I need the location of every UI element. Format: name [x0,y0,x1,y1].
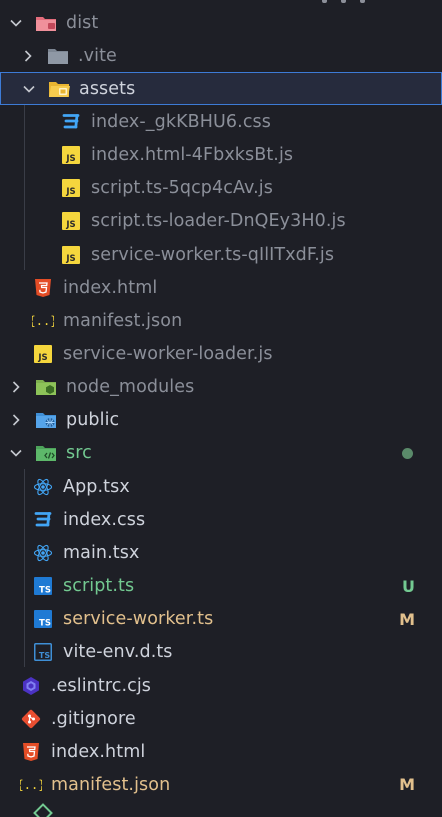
eslint-icon [20,675,42,697]
react-icon [32,476,54,498]
svg-text:TS: TS [39,651,50,660]
clipped-glyph [322,0,327,3]
tree-item-label: service-worker.ts-qIlITxdF.js [91,244,335,265]
tree-item-label: App.tsx [63,476,130,497]
tree-item-label: node_modules [66,377,195,398]
svg-text:JS: JS [37,353,47,363]
tree-file-row[interactable]: TS script.ts U [0,570,442,603]
folder-assets-icon [48,78,70,100]
js-icon: JS [60,177,82,199]
tree-file-row[interactable]: index-_gkKBHU6.css [0,105,442,138]
js-icon: JS [60,210,82,232]
tree-folder-row[interactable]: dist [0,6,442,39]
tree-file-row[interactable]: main.tsx [0,536,442,569]
chevron-down-icon[interactable] [21,81,37,97]
chevron-down-icon[interactable] [8,445,24,461]
chevron-right-icon[interactable] [20,48,36,64]
svg-text:TS: TS [39,619,51,629]
tree-file-row[interactable]: index.html [0,735,442,768]
tree-item-label: src [66,443,92,464]
js-icon: JS [32,343,54,365]
clipped-glyph [341,0,346,3]
tree-item-label: script.ts-loader-DnQEy3H0.js [91,211,346,232]
json-icon: {..} [20,774,42,796]
svg-text:{..}: {..} [20,778,42,792]
tree-item-label: dist [66,12,99,33]
tree-item-label: .gitignore [51,708,136,729]
folder-dist-icon [35,12,57,34]
json-icon: {..} [32,310,54,332]
css-icon [32,509,54,531]
js-icon: JS [60,144,82,166]
git-status-badge: M [399,775,415,795]
tree-item-label: assets [79,78,136,99]
git-status-badge: M [399,609,415,629]
html-icon [20,741,42,763]
tree-folder-row[interactable]: public [0,404,442,437]
scrolled-row-clip [0,0,442,5]
tree-file-row[interactable]: JS index.html-4FbxksBt.js [0,139,442,172]
tree-file-row[interactable]: JS script.ts-5qcp4cAv.js [0,172,442,205]
html-icon [32,277,54,299]
tree-file-row[interactable]: App.tsx [0,470,442,503]
svg-text:{..}: {..} [32,314,54,328]
tree-item-label: service-worker.ts [63,609,214,630]
tree-item-label: .vite [78,45,117,66]
svg-text:JS: JS [65,154,75,164]
tree-file-row[interactable]: JS service-worker.ts-qIlITxdF.js [0,238,442,271]
css-icon [60,111,82,133]
tree-file-row[interactable]: JS script.ts-loader-DnQEy3H0.js [0,205,442,238]
tree-file-row[interactable]: index.html [0,271,442,304]
tree-folder-row[interactable]: src [0,437,442,470]
js-icon: JS [60,244,82,266]
svg-text:JS: JS [65,254,75,264]
git-changes-dot [402,447,413,459]
file-explorer: dist .vite assets index-_gkKBHU6.css JS index… [0,0,442,817]
tree-item-label: manifest.json [63,310,183,331]
git-status-badge: U [402,576,415,596]
tree-file-row[interactable]: {..} manifest.json M [0,768,442,801]
chevron-right-icon[interactable] [8,412,24,428]
folder-public-icon [35,409,57,431]
tree-item-label: script.ts-5qcp4cAv.js [91,178,273,199]
tree-file-row[interactable]: TS vite-env.d.ts [0,636,442,669]
tree-file-row[interactable]: TS service-worker.ts M [0,603,442,636]
folder-icon [47,45,69,67]
folder-node-icon [35,376,57,398]
tree-item-label: service-worker-loader.js [63,344,273,364]
tree-file-row[interactable]: index.css [0,503,442,536]
tree-folder-row[interactable]: .vite [0,39,442,72]
clipped-row-icon [33,803,53,817]
folder-src-icon [35,442,57,464]
tree-item-label: public [66,410,120,431]
git-icon [20,708,42,730]
clipped-glyph [360,0,365,3]
ts-icon: TS [32,608,54,630]
svg-text:JS: JS [65,220,75,230]
tree-item-label: index.html [63,277,158,298]
tree-item-label: script.ts [63,576,135,597]
tree-item-label: main.tsx [63,542,140,563]
tree-file-row[interactable]: .gitignore [0,702,442,735]
tree-item-label: vite-env.d.ts [63,642,173,663]
tree-item-label: index-_gkKBHU6.css [91,111,271,132]
chevron-right-icon[interactable] [8,379,24,395]
svg-text:JS: JS [65,187,75,197]
ts-def-icon: TS [32,641,54,663]
tree-folder-row[interactable]: assets [0,72,442,106]
tree-item-label: index.html [51,741,146,762]
react-icon [32,542,54,564]
tree-item-label: index.css [63,509,146,530]
tree-file-row[interactable]: {..} manifest.json [0,304,442,337]
tree-folder-row[interactable]: node_modules [0,371,442,404]
svg-text:TS: TS [39,586,51,596]
tree-file-row[interactable]: JS service-worker-loader.js [0,338,442,371]
chevron-down-icon[interactable] [8,15,24,31]
tree-item-label: index.html-4FbxksBt.js [91,145,294,166]
tree-file-row[interactable]: .eslintrc.cjs [0,669,442,702]
tree-item-label: .eslintrc.cjs [51,675,152,696]
ts-icon: TS [32,575,54,597]
tree-item-label: manifest.json [51,774,171,795]
